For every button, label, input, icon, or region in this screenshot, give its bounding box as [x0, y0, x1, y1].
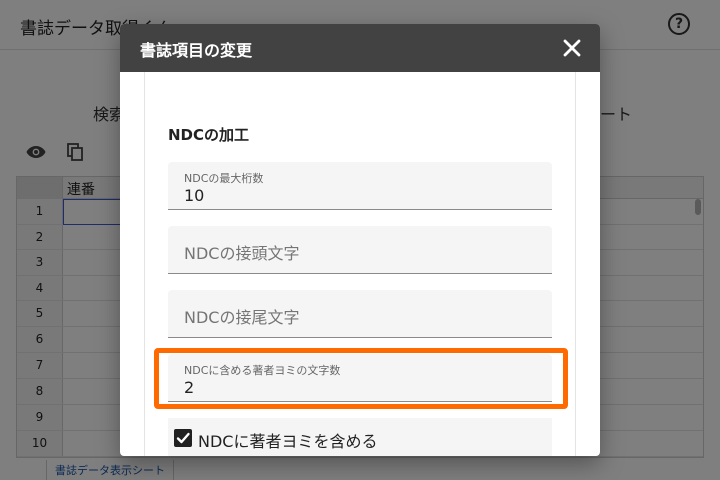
section-title-ndc: NDCの加工 — [168, 126, 250, 144]
dialog-body[interactable]: NDCの加工 NDCの最大桁数 10 NDCの接頭文字 NDCの接尾文字 NDC… — [120, 72, 600, 456]
field-value[interactable]: 10 — [184, 186, 204, 205]
close-icon[interactable] — [560, 36, 584, 60]
edit-bibliographic-items-dialog: 書誌項目の変更 NDCの加工 NDCの最大桁数 10 NDCの接頭文字 NDCの… — [120, 24, 600, 456]
dialog-header: 書誌項目の変更 — [120, 24, 600, 72]
ndc-max-digits-field[interactable]: NDCの最大桁数 10 — [168, 162, 552, 210]
include-author-kana-checkbox-row[interactable]: NDCに著者ヨミを含める — [168, 418, 552, 456]
ndc-suffix-field[interactable]: NDCの接尾文字 — [168, 290, 552, 338]
dialog-title: 書誌項目の変更 — [140, 41, 253, 60]
checkbox-label[interactable]: NDCに著者ヨミを含める — [198, 428, 377, 452]
checkbox-checked-icon[interactable] — [174, 429, 192, 447]
field-placeholder[interactable]: NDCの接頭文字 — [184, 240, 299, 264]
ndc-prefix-field[interactable]: NDCの接頭文字 — [168, 226, 552, 274]
field-placeholder[interactable]: NDCの接尾文字 — [184, 304, 299, 328]
field-label: NDCの最大桁数 — [184, 172, 264, 185]
highlight-box — [154, 348, 568, 409]
